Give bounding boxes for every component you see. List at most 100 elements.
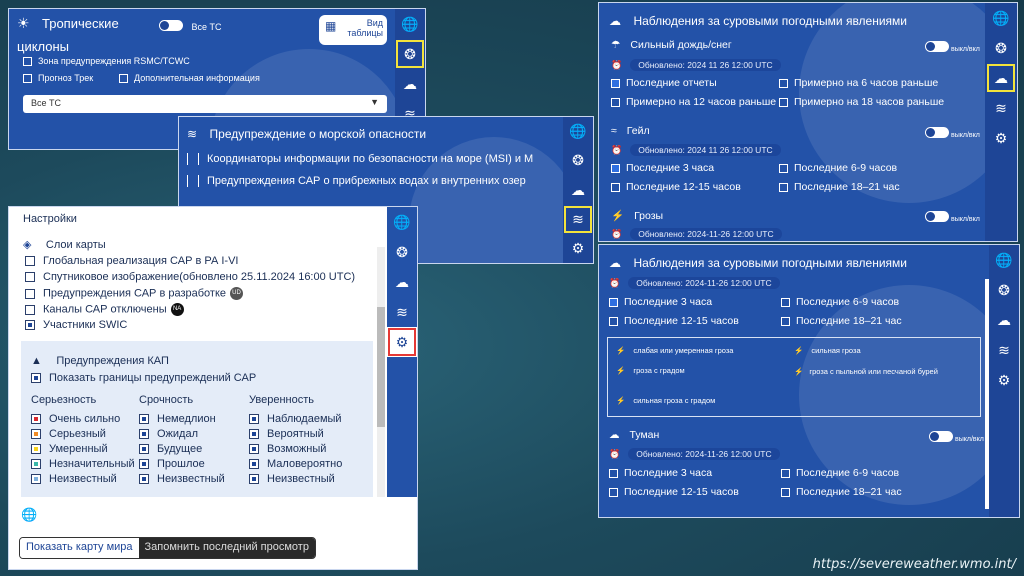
rain-opt[interactable]: Примерно на 18 часов раньше xyxy=(779,96,944,108)
forecast-track-checkbox[interactable]: Прогноз Трек xyxy=(23,73,93,84)
checkbox[interactable] xyxy=(249,414,259,425)
checkbox[interactable] xyxy=(25,320,35,331)
globe-search-icon[interactable]: 🌐 xyxy=(989,245,1019,275)
all-tc-toggle[interactable]: Все ТС xyxy=(159,17,221,35)
cap-coastal-item[interactable]: Предупреждения САР о прибрежных водах и … xyxy=(187,175,526,188)
fog-opt[interactable]: Последние 3 часа xyxy=(609,467,712,479)
rain-toggle[interactable]: выкл/вкл xyxy=(925,38,980,56)
cap-bounds-checkbox[interactable]: Показать границы предупреждений САР xyxy=(31,372,256,384)
checkbox[interactable] xyxy=(609,487,618,497)
fog-opt[interactable]: Последние 12-15 часов xyxy=(609,486,739,498)
checkbox[interactable] xyxy=(31,414,41,425)
cyclone-layer-icon[interactable]: ❂ xyxy=(387,237,417,267)
checkbox[interactable] xyxy=(139,444,149,455)
rain-opt[interactable]: Примерно на 12 часов раньше xyxy=(611,96,776,108)
checkbox[interactable] xyxy=(781,297,790,307)
checkbox[interactable] xyxy=(249,459,259,470)
checkbox[interactable] xyxy=(611,97,620,107)
checkbox[interactable] xyxy=(781,468,790,478)
extra-info-checkbox[interactable]: Дополнительная информация xyxy=(119,73,260,84)
rsmc-zone-checkbox[interactable]: Зона предупреждения RSMC/TCWC xyxy=(23,56,190,67)
cap-filter-item[interactable]: Немедлион xyxy=(139,413,216,425)
checkbox[interactable] xyxy=(31,474,41,485)
storm-opt[interactable]: Последние 12-15 часов xyxy=(609,315,739,327)
storm-layer-icon[interactable]: ☁ xyxy=(986,63,1016,93)
cyclone-layer-icon[interactable]: ❂ xyxy=(986,33,1016,63)
checkbox[interactable] xyxy=(139,414,149,425)
cap-filter-item[interactable]: Незначительный xyxy=(31,458,135,470)
cap-filter-item[interactable]: Серьезный xyxy=(31,428,106,440)
gale-opt[interactable]: Последние 12-15 часов xyxy=(611,181,741,193)
toggle-switch[interactable] xyxy=(925,211,949,223)
checkbox[interactable] xyxy=(609,316,618,326)
settings-gear-icon[interactable]: ⚙ xyxy=(989,365,1019,395)
cap-filter-item[interactable]: Неизвестный xyxy=(249,473,335,485)
cap-filter-item[interactable]: Умеренный xyxy=(31,443,108,455)
storm-toggle[interactable]: выкл/вкл xyxy=(925,208,980,226)
cyclone-layer-icon[interactable]: ❂ xyxy=(989,275,1019,305)
globe-search-icon[interactable]: 🌐 xyxy=(395,9,425,39)
settings-gear-icon[interactable]: ⚙ xyxy=(387,327,417,357)
checkbox[interactable] xyxy=(25,304,35,315)
cap-filter-item[interactable]: Неизвестный xyxy=(31,473,117,485)
storm-layer-icon[interactable]: ☁ xyxy=(387,267,417,297)
checkbox[interactable] xyxy=(781,487,790,497)
cap-filter-item[interactable]: Неизвестный xyxy=(139,473,225,485)
globe-search-icon[interactable]: 🌐 xyxy=(563,117,593,146)
msi-item[interactable]: Координаторы информации по безопасности … xyxy=(187,153,533,166)
globe-search-icon[interactable]: 🌐 xyxy=(387,207,417,237)
checkbox[interactable] xyxy=(611,163,620,173)
checkbox[interactable] xyxy=(611,78,620,88)
checkbox[interactable] xyxy=(31,444,41,455)
storm-opt[interactable]: Последние 3 часа xyxy=(609,296,712,308)
checkbox[interactable] xyxy=(31,459,41,470)
checkbox[interactable] xyxy=(609,468,618,478)
cyclone-layer-icon[interactable]: ❂ xyxy=(563,146,593,175)
cap-filter-item[interactable]: Очень сильно xyxy=(31,413,120,425)
checkbox[interactable] xyxy=(611,182,620,192)
cyclone-layer-icon[interactable]: ❂ xyxy=(395,39,425,69)
layer-item[interactable]: Глобальная реализация САР в РА I-VI xyxy=(25,255,239,267)
layer-item[interactable]: Каналы САР отключены NA xyxy=(25,303,184,316)
checkbox[interactable] xyxy=(779,97,788,107)
settings-gear-icon[interactable]: ⚙ xyxy=(563,234,593,263)
storm-layer-icon[interactable]: ☁ xyxy=(395,69,425,99)
cap-filter-item[interactable]: Вероятный xyxy=(249,428,324,440)
checkbox[interactable] xyxy=(139,474,149,485)
cap-filter-item[interactable]: Наблюдаемый xyxy=(249,413,342,425)
checkbox[interactable] xyxy=(779,78,788,88)
toggle-switch[interactable] xyxy=(925,127,949,139)
storm-opt[interactable]: Последние 18–21 час xyxy=(781,315,902,327)
gale-opt[interactable]: Последние 18–21 час xyxy=(779,181,900,193)
checkbox[interactable] xyxy=(119,74,128,84)
rain-opt[interactable]: Примерно на 6 часов раньше xyxy=(779,77,938,89)
show-world-map-button[interactable]: Показать карту мира xyxy=(20,538,139,558)
globe-search-icon[interactable]: 🌐 xyxy=(986,3,1016,33)
cap-filter-item[interactable]: Ожидал xyxy=(139,428,198,440)
checkbox[interactable] xyxy=(31,373,41,384)
checkbox[interactable] xyxy=(23,57,32,67)
checkbox[interactable] xyxy=(249,429,259,440)
gale-opt[interactable]: Последние 3 часа xyxy=(611,162,714,174)
tc-select[interactable]: Все ТС ▼ xyxy=(23,95,387,113)
checkbox[interactable] xyxy=(609,297,618,307)
gale-opt[interactable]: Последние 6-9 часов xyxy=(779,162,897,174)
marine-layer-icon[interactable]: ≋ xyxy=(989,335,1019,365)
rain-opt[interactable]: Последние отчеты xyxy=(611,77,717,89)
marine-layer-icon[interactable]: ≋ xyxy=(986,93,1016,123)
settings-gear-icon[interactable]: ⚙ xyxy=(986,123,1016,153)
marine-layer-icon[interactable]: ≋ xyxy=(387,297,417,327)
checkbox[interactable] xyxy=(249,474,259,485)
checkbox[interactable] xyxy=(779,163,788,173)
checkbox[interactable] xyxy=(139,429,149,440)
checkbox[interactable] xyxy=(249,444,259,455)
checkbox[interactable] xyxy=(25,272,35,283)
marine-layer-icon[interactable]: ≋ xyxy=(563,205,593,234)
toggle-switch[interactable] xyxy=(929,431,953,443)
remember-last-view-button[interactable]: Запомнить последний просмотр xyxy=(138,538,315,558)
storm-opt[interactable]: Последние 6-9 часов xyxy=(781,296,899,308)
checkbox[interactable] xyxy=(781,316,790,326)
storm-layer-icon[interactable]: ☁ xyxy=(563,175,593,204)
fog-opt[interactable]: Последние 18–21 час xyxy=(781,486,902,498)
checkbox[interactable] xyxy=(139,459,149,470)
